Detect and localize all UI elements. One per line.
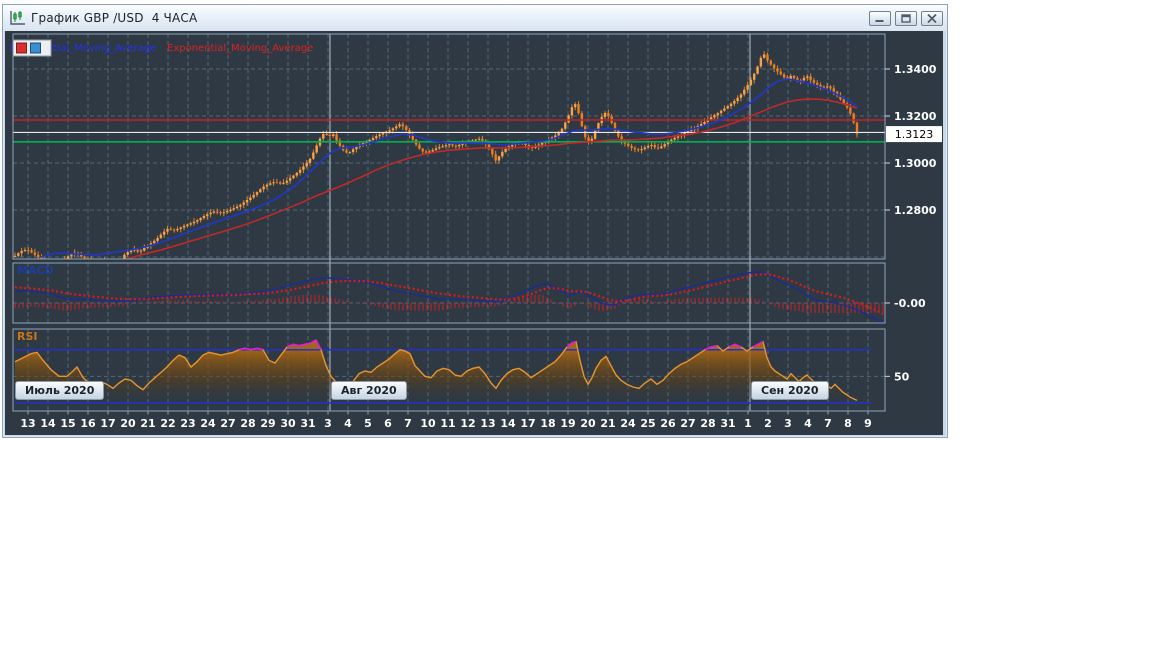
time-tick-label: 13 [480,417,495,430]
time-tick-label: 23 [180,417,195,430]
price-tick-label: 1.3400 [894,63,937,76]
time-tick-label: 20 [580,417,596,430]
minimize-icon [875,19,884,22]
time-tick-label: 28 [240,417,255,430]
time-tick-label: 5 [364,417,372,430]
close-button[interactable] [921,10,943,26]
time-tick-label: 21 [600,417,615,430]
time-tick-label: 31 [720,417,735,430]
time-tick-label: 20 [120,417,136,430]
chart-canvas[interactable]: Exponential_Moving_Average Exponential_Mo… [5,31,943,435]
time-tick-label: 10 [420,417,436,430]
time-tick-label: 21 [140,417,155,430]
time-tick-label: 27 [680,417,695,430]
time-tick-label: 31 [300,417,315,430]
rsi-axis-label: 50 [894,370,910,383]
rsi-label: RSI [17,330,38,343]
time-tick-label: 22 [160,417,175,430]
time-tick-label: 28 [700,417,715,430]
title-bar[interactable]: График GBP /USD 4 ЧАСА [3,5,947,31]
time-tick-label: 26 [660,417,676,430]
time-tick-label: 15 [60,417,75,430]
restore-button[interactable] [895,10,917,26]
time-tick-label: 7 [404,417,412,430]
window-controls [869,10,943,26]
month-button-september[interactable]: Сен 2020 [751,381,829,400]
time-tick-label: 9 [864,417,872,430]
time-tick-label: 24 [200,417,216,430]
window-title: График GBP /USD 4 ЧАСА [31,11,198,25]
month-button-august[interactable]: Авг 2020 [331,381,407,400]
time-tick-label: 12 [460,417,475,430]
chart-window: График GBP /USD 4 ЧАСА Exponential_Movin… [2,4,948,438]
time-tick-label: 25 [640,417,655,430]
time-tick-label: 30 [280,417,296,430]
price-tick-label: 1.3000 [894,157,937,170]
time-tick-label: 27 [220,417,235,430]
close-icon [927,13,937,23]
chart-client-area[interactable]: Exponential_Moving_Average Exponential_Mo… [5,31,943,435]
restore-icon [901,13,911,23]
time-tick-label: 2 [764,417,772,430]
time-tick-label: 1 [744,417,752,430]
minimize-button[interactable] [869,10,891,26]
current-price-label: 1.3123 [895,128,934,141]
macd-label: MACD [17,264,54,277]
time-tick-label: 7 [824,417,832,430]
time-tick-label: 18 [540,417,555,430]
time-tick-label: 17 [520,417,535,430]
time-tick-label: 4 [804,417,812,430]
time-tick-label: 8 [844,417,852,430]
price-tick-label: 1.2800 [894,204,937,217]
time-tick-label: 14 [40,417,56,430]
candlestick-chart-icon [9,10,27,26]
month-button-july[interactable]: Июль 2020 [15,381,105,400]
macd-axis-label: -0.00 [894,297,926,310]
price-tick-label: 1.3200 [894,110,937,123]
time-tick-label: 16 [80,417,96,430]
ema-slow-legend-label: Exponential_Moving_Average [167,43,313,54]
time-tick-label: 6 [384,417,392,430]
time-tick-label: 24 [620,417,636,430]
time-tick-label: 29 [260,417,275,430]
time-tick-label: 11 [440,417,455,430]
red-swatch-icon [16,42,27,54]
time-tick-label: 4 [344,417,352,430]
time-tick-label: 3 [324,417,332,430]
time-tick-label: 17 [100,417,115,430]
time-tick-label: 19 [560,417,575,430]
time-tick-label: 3 [784,417,792,430]
blue-swatch-icon [30,42,41,54]
time-tick-label: 13 [20,417,35,430]
time-tick-label: 14 [500,417,516,430]
